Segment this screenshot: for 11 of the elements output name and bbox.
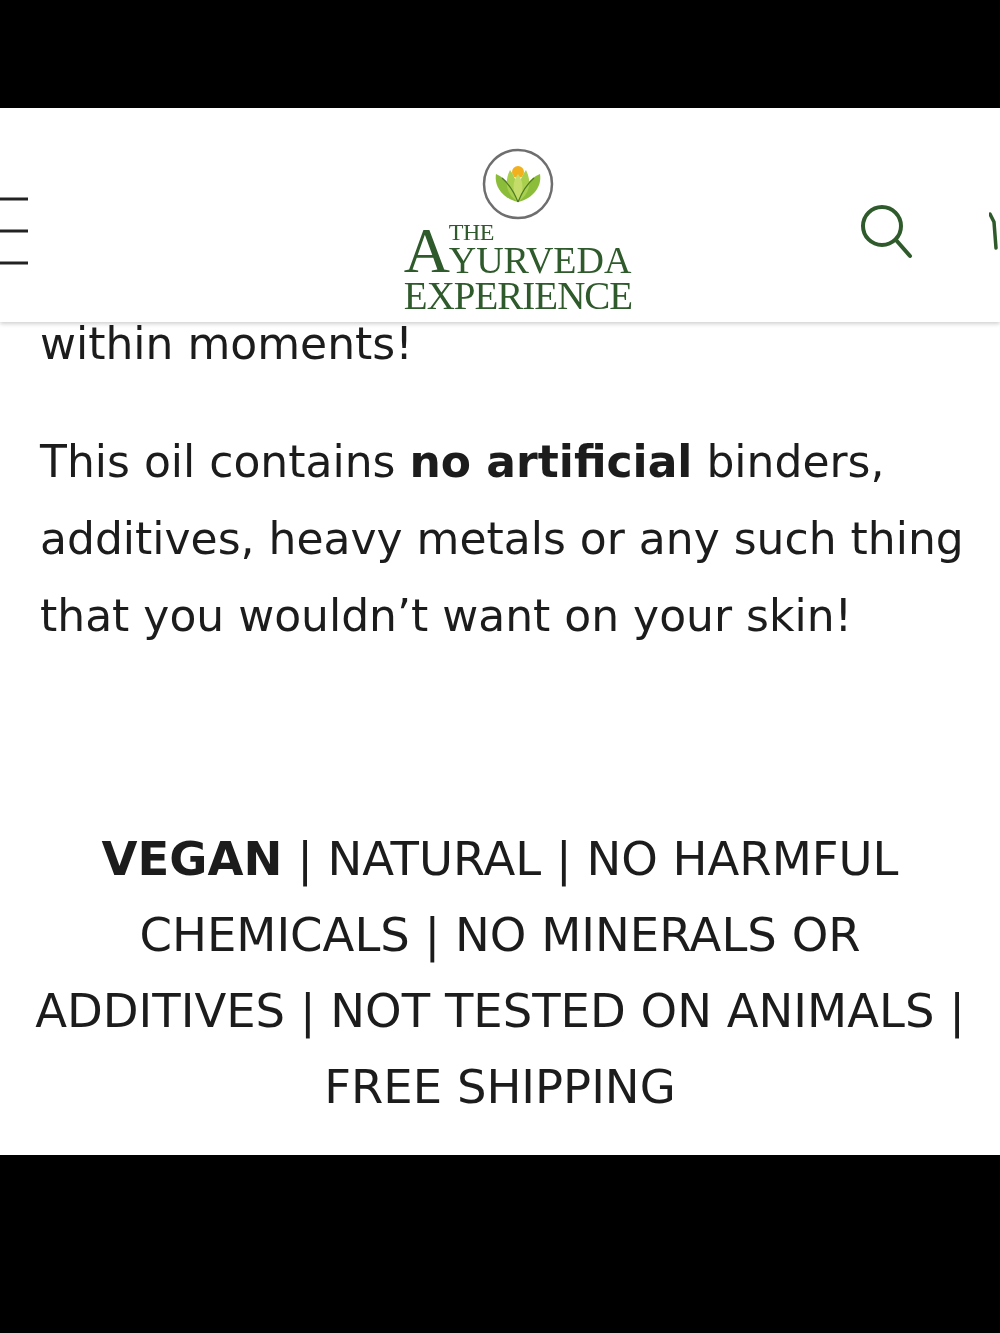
body-paragraph: within moments! bbox=[40, 322, 414, 366]
logo-initial: A bbox=[403, 226, 449, 276]
logo-subtitle: EXPERIENCE bbox=[403, 275, 633, 315]
cut-off-icon[interactable] bbox=[989, 212, 999, 251]
logo-title: YURVEDA bbox=[448, 243, 633, 276]
product-tagline: VEGAN | NATURAL | NO HARMFUL CHEMICALS | NO MINERALS OR ADDITIVES | NOT TESTED ON ANIMALS | FREE SHIPPING bbox=[34, 831, 966, 1116]
lotus-emblem-icon[interactable] bbox=[482, 148, 554, 220]
body-paragraph: This oil contains no artificial binders, additives, heavy metals or any such thing that you wouldn’t want on your skin! bbox=[40, 435, 965, 643]
search-icon[interactable] bbox=[859, 203, 913, 260]
logo-small-text: THE bbox=[448, 222, 495, 244]
menu-icon[interactable] bbox=[0, 197, 28, 266]
